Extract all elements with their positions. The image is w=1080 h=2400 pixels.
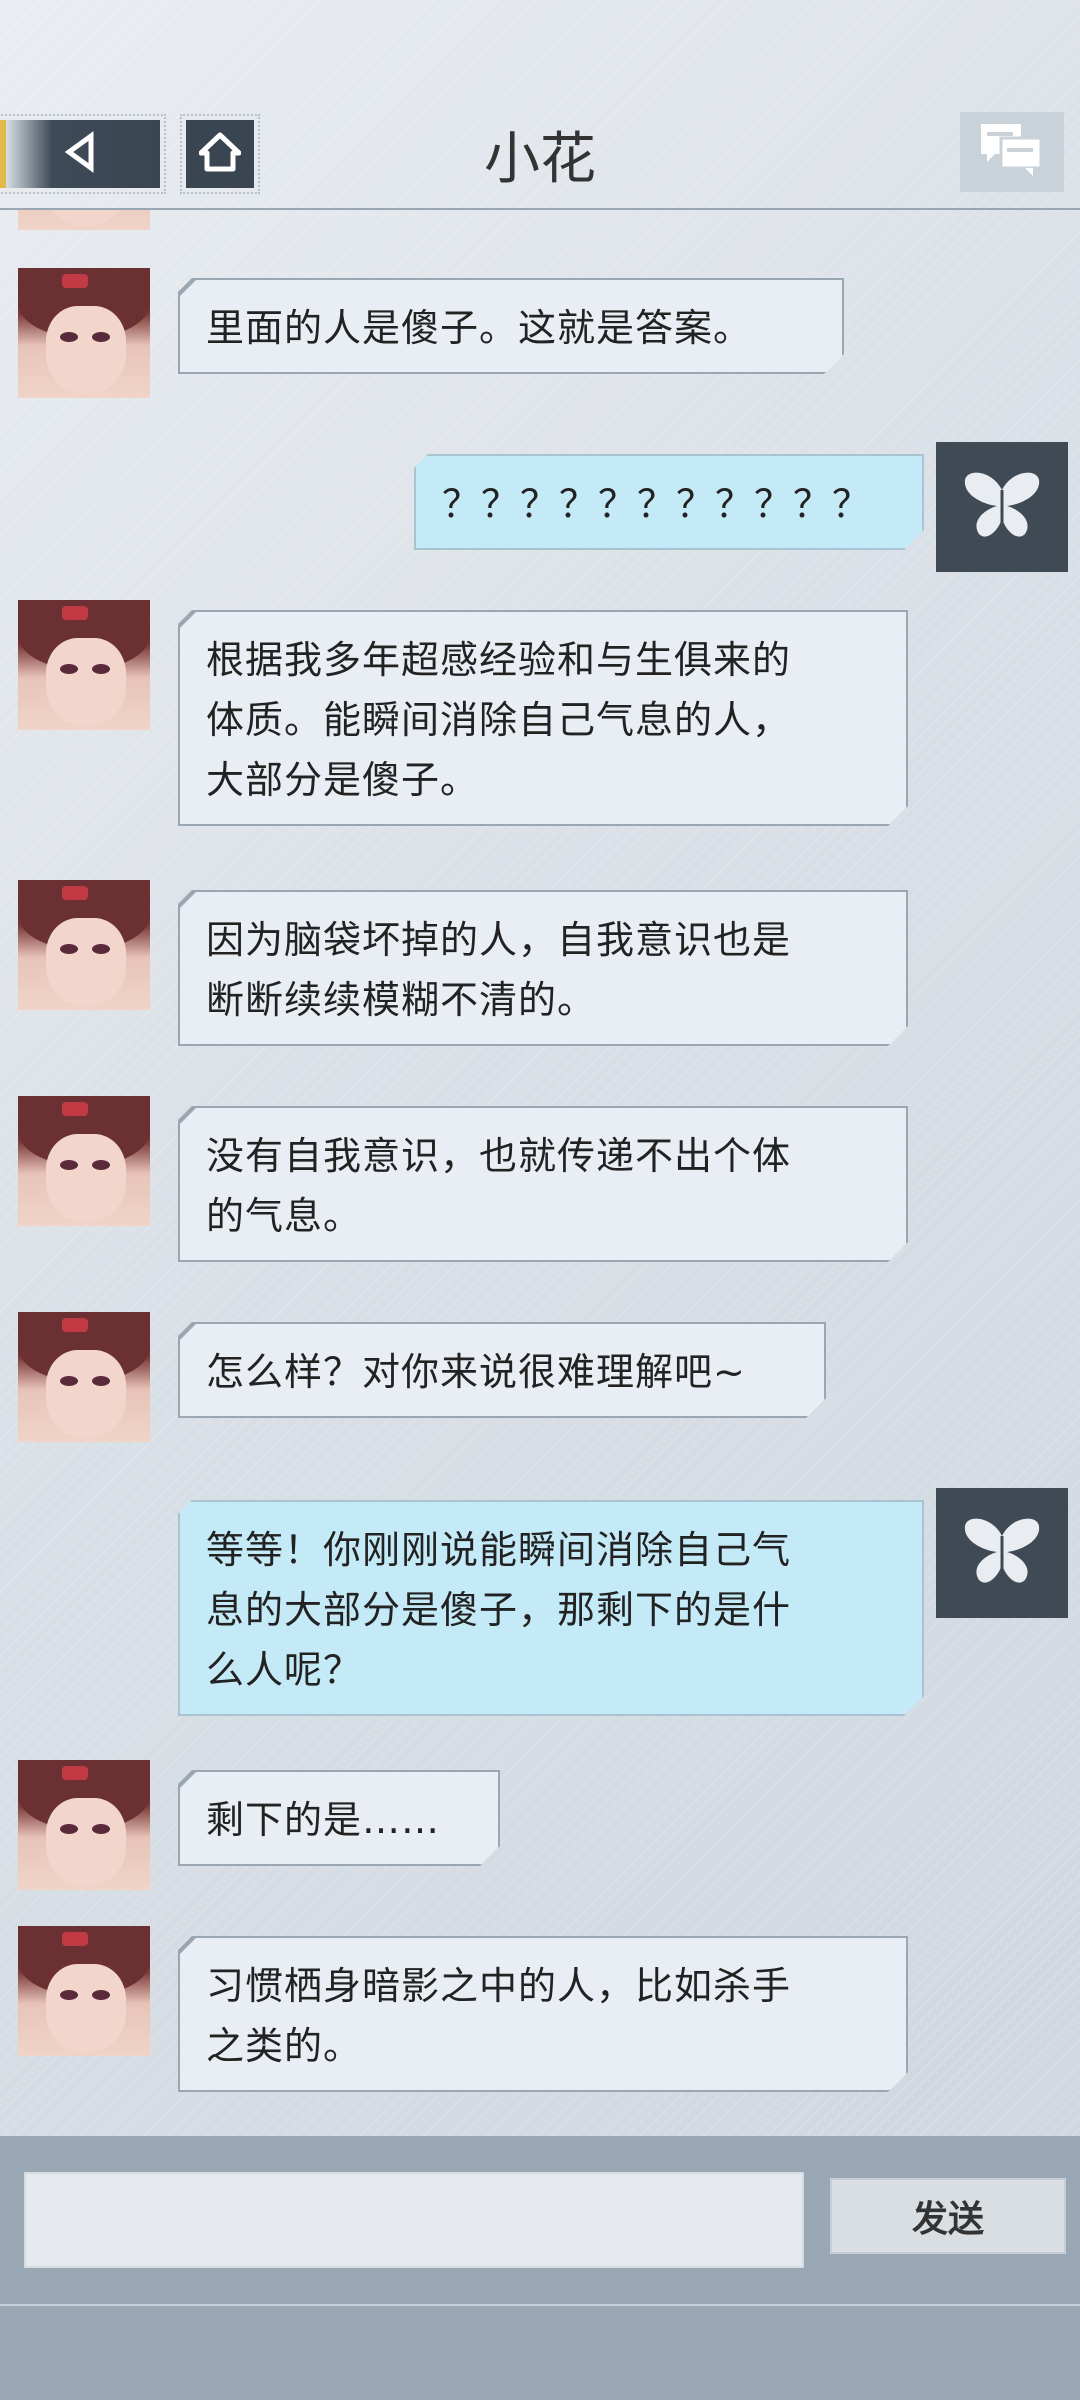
xiaohua-avatar [18, 1096, 150, 1226]
message-text: ？？？？？？？？？？？ [442, 482, 872, 526]
xiaohua-avatar [18, 1760, 150, 1890]
xiaohua-avatar [18, 1312, 150, 1442]
player-avatar [936, 442, 1068, 572]
chat-message-list[interactable]: 里面的人是傻子。这就是答案。 ？？？？？？？？？？？ 根据我多年超感经验和与生俱… [0, 210, 1080, 2130]
outgoing-message-bubble: ？？？？？？？？？？？ [414, 454, 924, 550]
xiaohua-avatar [18, 600, 150, 730]
xiaohua-avatar [18, 880, 150, 1010]
incoming-message-bubble: 剩下的是…… [178, 1770, 500, 1866]
message-text: 习惯栖身暗影之中的人，比如杀手 之类的。 [206, 1964, 792, 2068]
incoming-message-bubble: 习惯栖身暗影之中的人，比如杀手 之类的。 [178, 1936, 908, 2092]
butterfly-icon [957, 460, 1047, 554]
incoming-message-bubble: 根据我多年超感经验和与生俱来的 体质。能瞬间消除自己气息的人， 大部分是傻子。 [178, 610, 908, 826]
incoming-message-bubble: 怎么样？对你来说很难理解吧~ [178, 1322, 826, 1418]
incoming-message-bubble: 里面的人是傻子。这就是答案。 [178, 278, 844, 374]
butterfly-icon [957, 1506, 1047, 1600]
divider [0, 2304, 1080, 2306]
message-text: 根据我多年超感经验和与生俱来的 体质。能瞬间消除自己气息的人， 大部分是傻子。 [206, 638, 792, 802]
page-title: 小花 [484, 127, 596, 192]
xiaohua-avatar [18, 1926, 150, 2056]
player-avatar [936, 1488, 1068, 1618]
send-button[interactable]: 发送 [830, 2178, 1066, 2254]
partial-avatar [18, 210, 150, 230]
composer-bar: 发送 [0, 2136, 1080, 2400]
message-text: 等等！你刚刚说能瞬间消除自己气 息的大部分是傻子，那剩下的是什 么人呢？ [206, 1528, 792, 1692]
message-text: 没有自我意识，也就传递不出个体 的气息。 [206, 1134, 792, 1238]
incoming-message-bubble: 因为脑袋坏掉的人，自我意识也是 断断续续模糊不清的。 [178, 890, 908, 1046]
outgoing-message-bubble: 等等！你刚刚说能瞬间消除自己气 息的大部分是傻子，那剩下的是什 么人呢？ [178, 1500, 924, 1716]
message-text: 剩下的是…… [206, 1798, 441, 1842]
message-text: 因为脑袋坏掉的人，自我意识也是 断断续续模糊不清的。 [206, 918, 792, 1022]
xiaohua-avatar [18, 268, 150, 398]
message-text: 怎么样？对你来说很难理解吧~ [206, 1350, 746, 1394]
message-text: 里面的人是傻子。这就是答案。 [206, 306, 753, 350]
chat-list-button[interactable] [960, 112, 1064, 192]
chat-bubbles-icon [977, 120, 1047, 184]
incoming-message-bubble: 没有自我意识，也就传递不出个体 的气息。 [178, 1106, 908, 1262]
message-input[interactable] [24, 2172, 804, 2268]
header: 小花 [0, 0, 1080, 210]
